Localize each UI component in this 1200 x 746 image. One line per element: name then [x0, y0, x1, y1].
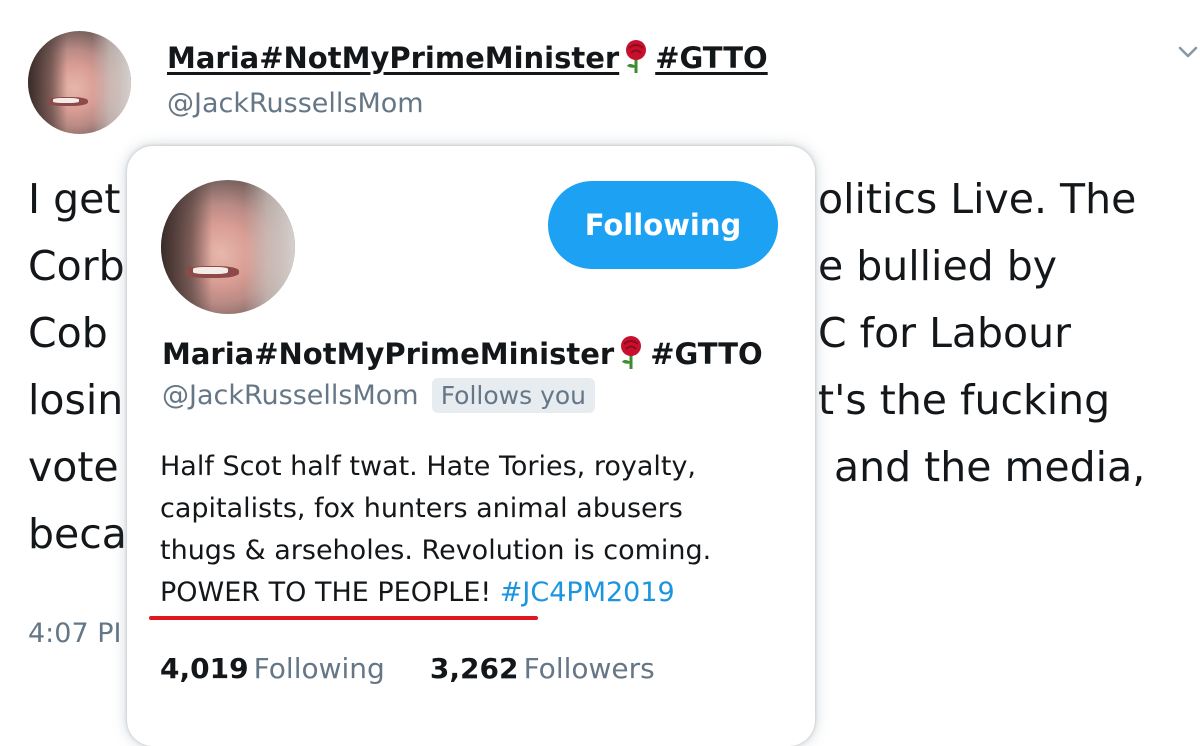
tweet-text-right: olitics Live. The e bullied by C for Lab…: [818, 166, 1145, 501]
tweet-author-name-row[interactable]: Maria#NotMyPrimeMinister #GTTO: [167, 38, 768, 84]
tweet-text-line: e bullied by: [818, 242, 1058, 290]
following-stat[interactable]: 4,019 Following: [160, 652, 390, 685]
tweet-author-name[interactable]: Maria#NotMyPrimeMinister: [167, 41, 619, 75]
tweet-text-line: olitics Live. The: [818, 175, 1137, 223]
tweet-text-line: vote: [28, 443, 119, 491]
tweet-text-line: t's the fucking: [818, 376, 1111, 424]
tweet-text-line: Cob: [28, 309, 108, 357]
tweet-text-line: Corb: [28, 242, 125, 290]
following-count: 4,019: [160, 652, 249, 685]
hover-card-stats: 4,019 Following 3,262 Followers: [160, 652, 655, 685]
followers-count: 3,262: [429, 652, 519, 685]
tweet-text: I get Corb Cob losin vote beca: [28, 166, 127, 568]
following-label: Following: [253, 652, 385, 685]
tweet-author-tag[interactable]: #GTTO: [655, 41, 767, 75]
hover-card-handle-row: @JackRussellsMom Follows you: [162, 378, 596, 413]
followers-stat[interactable]: 3,262 Followers: [430, 652, 655, 685]
bio-line: capitalists, fox hunters animal abusers: [160, 493, 683, 524]
bio-power-text: POWER TO THE PEOPLE!: [160, 577, 492, 608]
chevron-down-icon[interactable]: [1176, 40, 1200, 64]
bio-line-last: POWER TO THE PEOPLE! #JC4PM2019: [160, 572, 711, 614]
red-underline-annotation: [149, 616, 538, 620]
rose-emoji-icon: [618, 336, 644, 385]
following-button[interactable]: Following: [548, 181, 778, 269]
tweet-text-line: and the media,: [834, 443, 1146, 491]
bio-line: Half Scot half twat. Hate Tories, royalt…: [160, 451, 697, 482]
bio-hashtag-link[interactable]: #JC4PM2019: [500, 577, 675, 608]
tweet-text-line: C for Labour: [818, 309, 1071, 357]
hover-card-avatar[interactable]: [161, 180, 295, 314]
hover-card-handle[interactable]: @JackRussellsMom: [162, 380, 419, 411]
tweet-author-avatar[interactable]: [28, 31, 131, 134]
hover-card-name-tag[interactable]: #GTTO: [650, 337, 762, 371]
profile-hover-card: Following Maria#NotMyPrimeMinister #GTTO …: [127, 146, 815, 746]
tweet-text-line: losin: [28, 376, 124, 424]
tweet-text-line: I get: [28, 175, 121, 223]
hover-card-name[interactable]: Maria#NotMyPrimeMinister: [162, 337, 614, 371]
followers-label: Followers: [523, 652, 655, 685]
follows-you-badge: Follows you: [431, 378, 596, 413]
tweet-text-line: beca: [28, 510, 127, 558]
tweet-timestamp[interactable]: 4:07 PI: [28, 618, 121, 649]
hover-card-bio: Half Scot half twat. Hate Tories, royalt…: [160, 446, 711, 614]
tweet-author-handle[interactable]: @JackRussellsMom: [167, 86, 424, 122]
rose-emoji-icon: [623, 40, 649, 84]
bio-line: thugs & arseholes. Revolution is coming.: [160, 535, 712, 566]
